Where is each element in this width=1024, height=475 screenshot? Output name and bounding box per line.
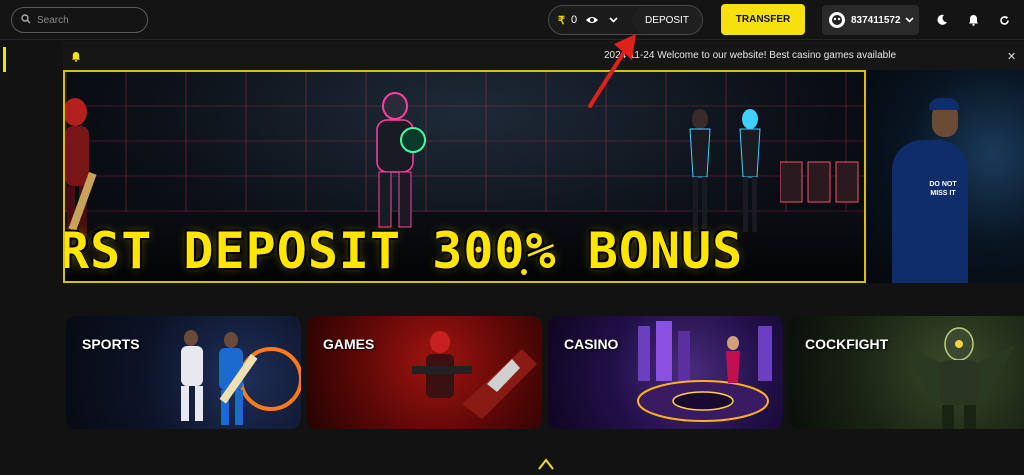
search-box[interactable] [11, 7, 148, 33]
category-casino[interactable]: CASINO [548, 316, 783, 429]
category-games[interactable]: GAMES [307, 316, 542, 429]
moon-icon[interactable] [934, 12, 950, 28]
promo-banner-next[interactable]: DO NOT MISS IT [867, 70, 1024, 283]
balance-amount: 0 [571, 14, 578, 26]
category-cockfight[interactable]: COCKFIGHT [789, 316, 1024, 429]
refresh-icon[interactable] [996, 12, 1012, 28]
sports-players-image [181, 330, 301, 425]
currency-symbol: ₹ [558, 14, 565, 27]
slot-machines [780, 161, 859, 203]
eye-icon[interactable] [585, 15, 599, 25]
sidebar-active-indicator [3, 47, 6, 72]
banner-figure-shirt [892, 140, 968, 283]
banner-shirt-text: DO NOT MISS IT [929, 181, 957, 197]
notice-message: 2024-11-24 Welcome to our website! Best … [604, 50, 897, 61]
banner-figure-cap [929, 98, 959, 110]
category-list: SPORTS GAMES CASINO COCKFIGHT [66, 316, 1024, 429]
robot-figure-left [65, 98, 97, 236]
category-label: SPORTS [82, 336, 140, 352]
notice-bar: 2024-11-24 Welcome to our website! Best … [63, 41, 1024, 70]
sidebar [0, 41, 63, 469]
carousel-dot[interactable] [521, 269, 527, 275]
category-sports[interactable]: SPORTS [66, 316, 301, 429]
scroll-up-icon[interactable] [537, 457, 555, 475]
user-id: 837411572 [851, 14, 901, 26]
games-shooter-image [412, 331, 537, 419]
banner-headline: RST DEPOSIT 300% BONUS [63, 222, 744, 280]
category-label: CASINO [564, 336, 619, 352]
cockfight-warrior-image [904, 327, 1014, 429]
female-figures [689, 109, 761, 232]
chevron-down-icon[interactable] [904, 17, 914, 23]
bell-icon[interactable] [965, 12, 981, 28]
robot-figure-center [376, 92, 426, 228]
category-label: GAMES [323, 336, 375, 352]
top-bar: ₹ 0 DEPOSIT TRANSFER 837411572 [0, 0, 1024, 40]
casino-roulette-image [637, 321, 772, 422]
promo-banner[interactable]: RST DEPOSIT 300% BONUS [63, 70, 866, 283]
close-icon[interactable]: ✕ [1007, 50, 1016, 63]
bell-icon [71, 49, 81, 67]
category-label: COCKFIGHT [805, 336, 889, 352]
search-icon [21, 11, 31, 29]
user-menu[interactable]: 837411572 [822, 5, 919, 35]
annotation-arrow [588, 34, 636, 108]
avatar [829, 12, 845, 28]
chevron-down-icon[interactable] [609, 17, 618, 23]
search-input[interactable] [37, 14, 137, 26]
transfer-button[interactable]: TRANSFER [721, 4, 805, 35]
